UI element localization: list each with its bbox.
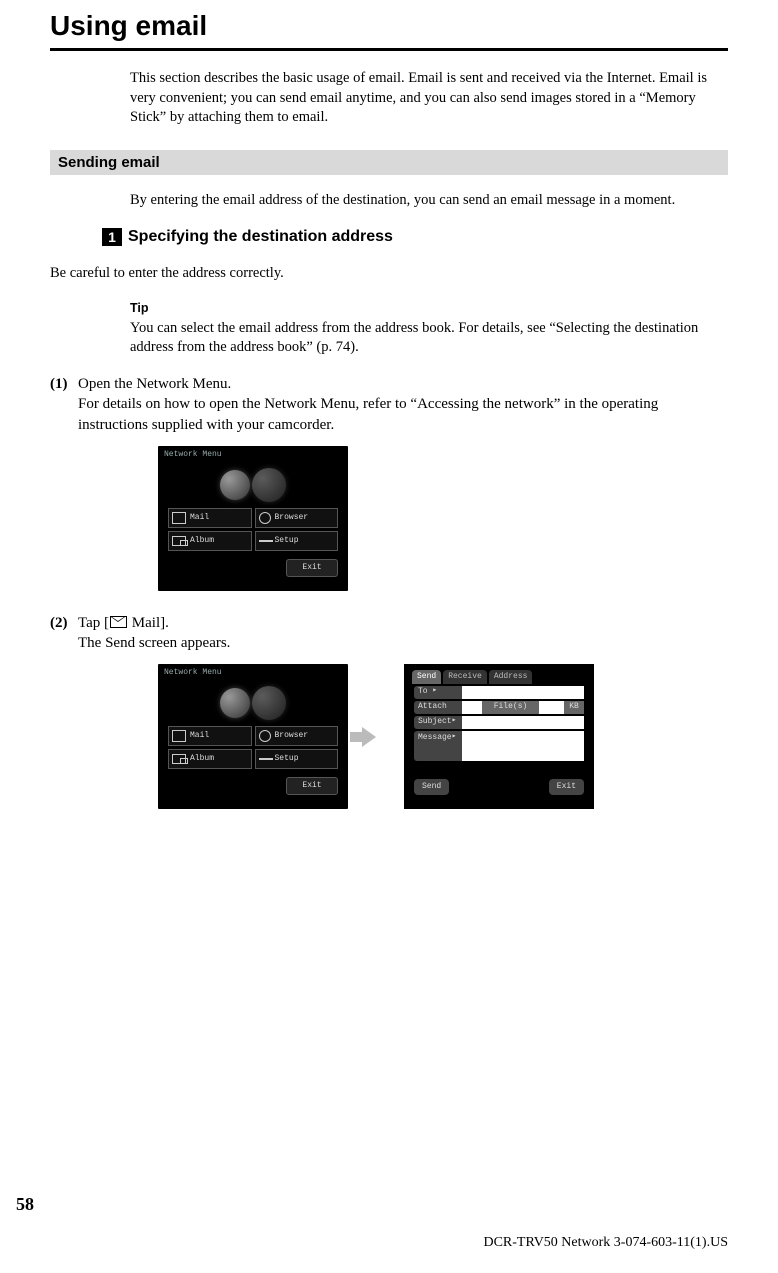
step-2-text: Tap [ Mail]. [78, 613, 169, 633]
menu-album-label: Album [190, 536, 214, 547]
globe-icon [259, 512, 271, 524]
globe-icon-2 [259, 730, 271, 742]
menu-title-2: Network Menu [164, 668, 222, 679]
page-number: 58 [16, 1194, 34, 1215]
menu-browser-button[interactable]: Browser [255, 508, 339, 528]
menu-browser-label-2: Browser [275, 731, 309, 742]
step-2-detail: The Send screen appears. [78, 633, 728, 654]
setup-icon-2 [259, 755, 271, 763]
menu-setup-button-2[interactable]: Setup [255, 749, 339, 769]
step-1-text: Open the Network Menu. [78, 374, 231, 394]
step-1-number: (1) [50, 374, 78, 394]
files-label: File(s) [482, 701, 539, 714]
menu-browser-button-2[interactable]: Browser [255, 726, 339, 746]
globe-graphic-2 [158, 684, 348, 722]
footer-text: DCR-TRV50 Network 3-074-603-11(1).US [483, 1235, 728, 1251]
menu-mail-button-2[interactable]: Mail [168, 726, 252, 746]
attach-size-field[interactable] [539, 701, 564, 714]
menu-setup-button[interactable]: Setup [255, 531, 339, 551]
step-2-text-after: Mail]. [128, 615, 169, 631]
tab-send[interactable]: Send [412, 670, 441, 684]
menu-browser-label: Browser [275, 513, 309, 524]
setup-icon [259, 537, 271, 545]
tab-address[interactable]: Address [489, 670, 533, 684]
section-heading-bar: Sending email [50, 150, 728, 175]
page-title: Using email [50, 10, 728, 42]
menu-setup-label: Setup [275, 536, 299, 547]
subsection-title: Specifying the destination address [128, 228, 393, 246]
subject-label: Subject▸ [414, 716, 462, 729]
menu-title: Network Menu [164, 450, 222, 461]
step-2-text-before: Tap [ [78, 615, 109, 631]
attach-label: Attach [414, 701, 462, 714]
mail-icon [172, 512, 186, 524]
send-screen-screenshot: Send Receive Address To ▸ Attach File(s) [404, 664, 594, 809]
menu-album-label-2: Album [190, 754, 214, 765]
message-label: Message▸ [414, 731, 462, 761]
menu-exit-button-2[interactable]: Exit [286, 777, 338, 795]
tip-label: Tip [130, 300, 728, 317]
globe-graphic [158, 466, 348, 504]
menu-album-button[interactable]: Album [168, 531, 252, 551]
menu-mail-button[interactable]: Mail [168, 508, 252, 528]
menu-setup-label-2: Setup [275, 754, 299, 765]
send-exit-button[interactable]: Exit [549, 779, 584, 795]
step-2-number: (2) [50, 613, 78, 633]
mail-icon-inline [110, 616, 127, 628]
horizontal-rule [50, 48, 728, 51]
menu-exit-button[interactable]: Exit [286, 559, 338, 577]
album-icon [172, 536, 186, 546]
album-icon-2 [172, 754, 186, 764]
section-intro: By entering the email address of the des… [130, 191, 728, 211]
message-field[interactable] [462, 731, 584, 761]
network-menu-screenshot-2: Network Menu Mail Browser [158, 664, 348, 809]
menu-mail-label-2: Mail [190, 731, 209, 742]
intro-paragraph: This section describes the basic usage o… [130, 69, 728, 128]
send-button[interactable]: Send [414, 779, 449, 795]
menu-album-button-2[interactable]: Album [168, 749, 252, 769]
subject-field[interactable] [462, 716, 584, 729]
to-field[interactable] [462, 686, 584, 699]
attach-count-field[interactable] [462, 701, 482, 714]
mail-icon-2 [172, 730, 186, 742]
arrow-right-icon [362, 727, 376, 747]
tab-receive[interactable]: Receive [443, 670, 487, 684]
step-1-detail: For details on how to open the Network M… [78, 394, 728, 436]
subsection-heading: 1 Specifying the destination address [102, 228, 728, 246]
menu-mail-label: Mail [190, 513, 209, 524]
to-label: To ▸ [414, 686, 462, 699]
network-menu-screenshot: Network Menu Mail Browser Album [158, 446, 348, 591]
kb-label: KB [564, 701, 584, 714]
subsection-number-box: 1 [102, 228, 122, 246]
tip-text: You can select the email address from th… [130, 319, 728, 358]
careful-text: Be careful to enter the address correctl… [50, 264, 728, 284]
